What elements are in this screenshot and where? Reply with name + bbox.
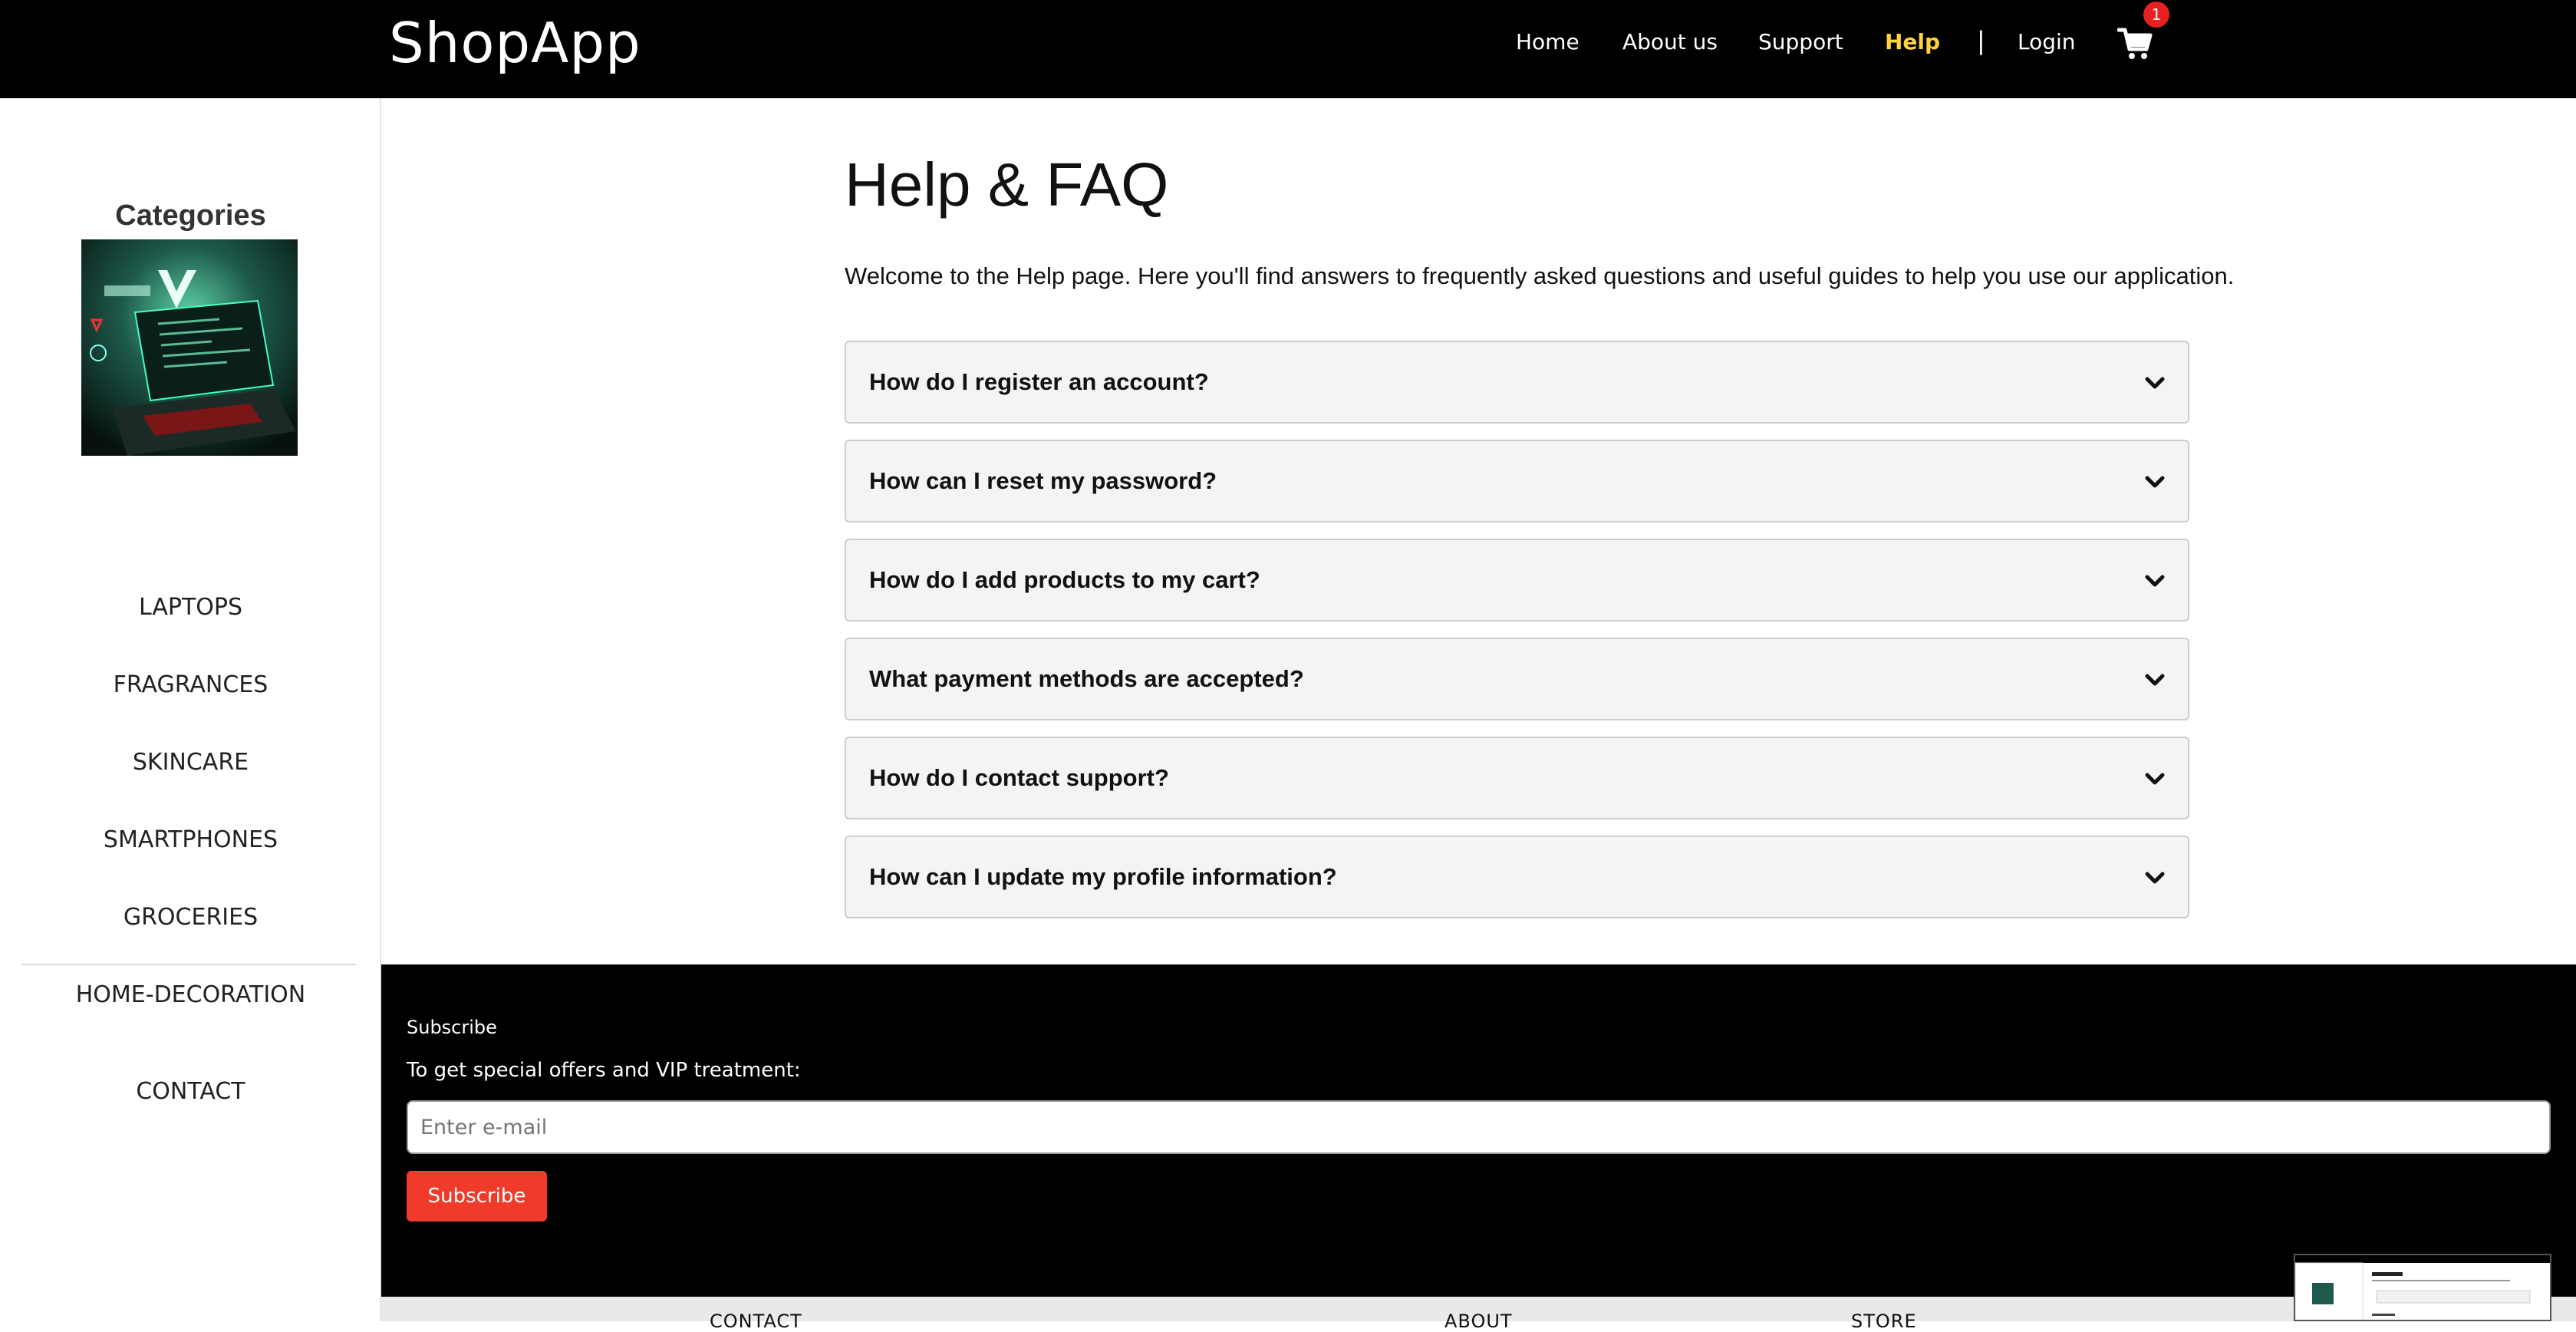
- categories-heading: Categories: [115, 199, 266, 232]
- brand-logo[interactable]: ShopApp: [389, 11, 641, 75]
- faq-question: How do I add products to my cart?: [869, 566, 1260, 593]
- faq-item[interactable]: How do I contact support?: [845, 737, 2189, 819]
- nav-separator: |: [1977, 26, 1985, 55]
- chevron-down-icon: [2145, 476, 2165, 488]
- nav-home[interactable]: Home: [1516, 29, 1580, 60]
- shopping-cart-icon[interactable]: [2117, 26, 2153, 61]
- nav-help[interactable]: Help: [1885, 29, 1940, 60]
- chevron-down-icon: [2145, 377, 2165, 389]
- category-home-decoration[interactable]: HOME-DECORATION: [0, 981, 381, 1008]
- page-intro: Welcome to the Help page. Here you'll fi…: [845, 262, 2235, 289]
- footer-column-contact: CONTACT: [710, 1311, 802, 1332]
- nav-about[interactable]: About us: [1622, 29, 1718, 60]
- page-preview-thumbnail[interactable]: [2294, 1254, 2551, 1321]
- faq-question: How can I update my profile information?: [869, 863, 1337, 890]
- faq-question: How can I reset my password?: [869, 467, 1217, 494]
- chevron-down-icon: [2145, 674, 2165, 686]
- category-skincare[interactable]: SKINCARE: [0, 749, 381, 776]
- categories-banner-image: [81, 239, 298, 456]
- faq-question: What payment methods are accepted?: [869, 665, 1304, 692]
- faq-item[interactable]: How can I update my profile information?: [845, 836, 2189, 918]
- chevron-down-icon: [2145, 872, 2165, 884]
- category-laptops[interactable]: LAPTOPS: [0, 594, 381, 621]
- page-title: Help & FAQ: [845, 150, 1169, 219]
- cart-count-badge: 1: [2143, 2, 2169, 28]
- faq-item[interactable]: How can I reset my password?: [845, 440, 2189, 523]
- top-navbar: [0, 0, 2576, 98]
- footer-column-about: ABOUT: [1444, 1311, 1513, 1332]
- faq-question: How do I register an account?: [869, 368, 1209, 395]
- nav-login[interactable]: Login: [2018, 29, 2076, 60]
- email-input[interactable]: [407, 1100, 2551, 1154]
- category-smartphones[interactable]: SMARTPHONES: [0, 826, 381, 853]
- subscribe-button[interactable]: Subscribe: [407, 1171, 547, 1222]
- faq-question: How do I contact support?: [869, 764, 1169, 791]
- footer-column-store: STORE: [1851, 1311, 1917, 1332]
- faq-item[interactable]: How do I add products to my cart?: [845, 539, 2189, 621]
- subscribe-description: To get special offers and VIP treatment:: [407, 1059, 801, 1082]
- faq-item[interactable]: How do I register an account?: [845, 341, 2189, 424]
- subscribe-heading: Subscribe: [407, 1017, 497, 1038]
- faq-item[interactable]: What payment methods are accepted?: [845, 638, 2189, 720]
- chevron-down-icon: [2145, 575, 2165, 587]
- nav-support[interactable]: Support: [1758, 29, 1843, 60]
- chevron-down-icon: [2145, 773, 2165, 785]
- sidebar-divider: [21, 964, 356, 965]
- category-groceries[interactable]: GROCERIES: [0, 904, 381, 931]
- category-fragrances[interactable]: FRAGRANCES: [0, 671, 381, 698]
- sidebar-contact-link[interactable]: CONTACT: [0, 1078, 381, 1105]
